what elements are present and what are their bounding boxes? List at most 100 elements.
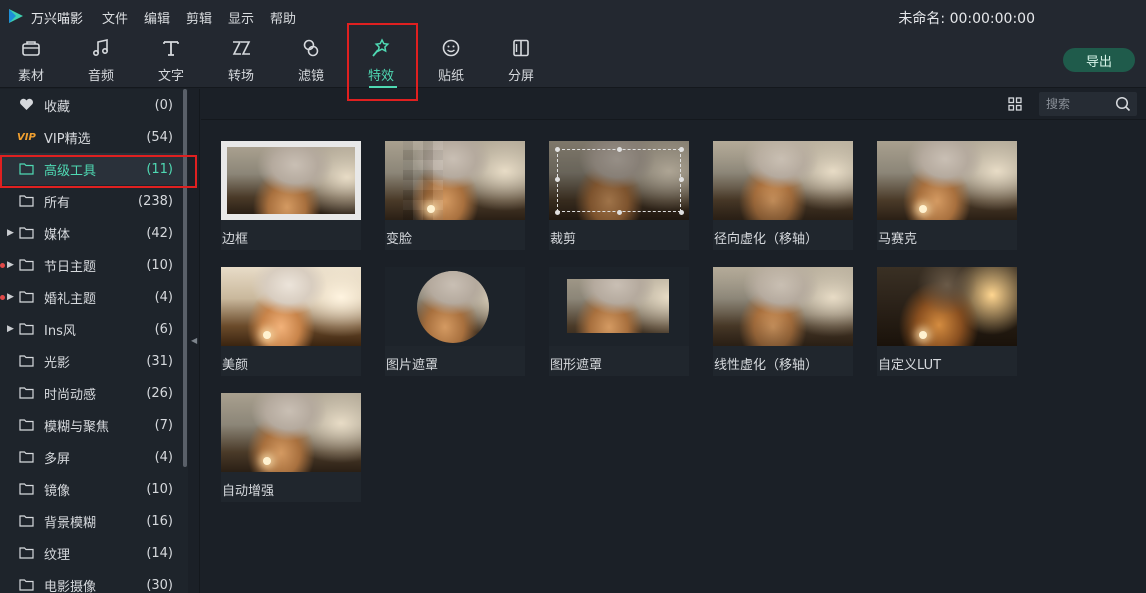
sidebar-item[interactable]: 光影 (31)	[0, 345, 183, 377]
tab-media[interactable]: 素材	[3, 33, 59, 88]
preview-image	[227, 147, 355, 214]
sidebar-item-label: 收藏	[44, 99, 71, 115]
sidebar-item-label: 媒体	[44, 227, 71, 243]
filter-icon	[303, 39, 319, 57]
sidebar-item[interactable]: 纹理 (14)	[0, 537, 183, 569]
sidebar-item-count: (54)	[146, 129, 173, 145]
tab-label: 分屏	[507, 69, 534, 84]
effect-card[interactable]: 马赛克	[877, 141, 1017, 255]
sidebar-item[interactable]: ▶ 节日主题 (10)	[0, 249, 183, 281]
tab-label: 贴纸	[437, 69, 464, 84]
sidebar-item[interactable]: 模糊与聚焦 (7)	[0, 409, 183, 441]
crop-handle	[679, 147, 684, 152]
circle-mask	[417, 271, 489, 343]
sidebar-item[interactable]: 收藏 (0)	[0, 89, 183, 121]
effect-card[interactable]: 裁剪	[549, 141, 689, 255]
crop-frame	[557, 149, 681, 212]
lens-flare	[919, 331, 927, 339]
effect-card[interactable]: 图形遮罩	[549, 267, 689, 381]
sidebar-item-count: (6)	[154, 321, 173, 337]
rectangle-mask	[567, 279, 669, 333]
sidebar-item-label: 模糊与聚焦	[44, 419, 110, 435]
folder-icon	[19, 451, 34, 463]
folder-icon	[19, 291, 34, 303]
sticker-icon	[442, 39, 460, 57]
effect-card[interactable]: 图片遮罩	[385, 267, 525, 381]
menu-help[interactable]: 帮助	[270, 8, 296, 27]
tab-label: 素材	[17, 69, 44, 84]
expand-arrow-icon[interactable]: ▶	[7, 324, 14, 334]
sidebar-item[interactable]: 多屏 (4)	[0, 441, 183, 473]
search-input[interactable]	[1046, 95, 1112, 113]
effect-card[interactable]: 变脸	[385, 141, 525, 255]
folder-icon	[19, 259, 34, 271]
sidebar-item[interactable]: 镜像 (10)	[0, 473, 183, 505]
folder-icon	[19, 227, 34, 239]
sidebar-item-count: (26)	[146, 385, 173, 401]
music-note-icon	[92, 39, 109, 57]
expand-arrow-icon[interactable]: ▶	[7, 228, 14, 238]
blur-overlay	[713, 141, 853, 220]
effect-card[interactable]: 自定义LUT	[877, 267, 1017, 381]
active-tab-underline	[369, 86, 397, 88]
tab-split-screen[interactable]: 分屏	[493, 33, 549, 88]
sidebar-item-count: (4)	[154, 289, 173, 305]
folder-icon	[19, 419, 34, 431]
tab-transition[interactable]: 转场	[213, 33, 269, 88]
effect-card[interactable]: 径向虚化（移轴）	[713, 141, 853, 255]
grid-view-icon[interactable]	[1008, 97, 1022, 111]
preview-image	[417, 271, 489, 343]
sidebar-item-count: (31)	[146, 353, 173, 369]
lens-flare	[263, 457, 271, 465]
menu-view[interactable]: 显示	[228, 8, 254, 27]
sidebar-item[interactable]: 电影摄像 (30)	[0, 569, 183, 593]
tab-sticker[interactable]: 贴纸	[423, 33, 479, 88]
expand-arrow-icon[interactable]: ▶	[7, 292, 14, 302]
app-logo-icon	[9, 9, 23, 23]
menu-clip[interactable]: 剪辑	[186, 8, 212, 27]
sidebar-item[interactable]: 高级工具 (11)	[0, 153, 183, 185]
tab-text[interactable]: 文字	[143, 33, 199, 88]
sidebar-item-label: VIP精选	[44, 131, 91, 147]
effect-label: 线性虚化（移轴）	[713, 346, 853, 376]
menu-file[interactable]: 文件	[102, 8, 128, 27]
crop-handle	[617, 147, 622, 152]
preview-image	[877, 141, 1017, 220]
toolbar: 素材 音频 文字 转场 滤镜 特效 贴纸 分屏	[0, 33, 1146, 88]
menu-edit[interactable]: 编辑	[144, 8, 170, 27]
effect-card[interactable]: 线性虚化（移轴）	[713, 267, 853, 381]
sidebar-item-count: (16)	[146, 513, 173, 529]
sidebar-item[interactable]: 时尚动感 (26)	[0, 377, 183, 409]
sidebar-item[interactable]: ▶ 婚礼主题 (4)	[0, 281, 183, 313]
preview-image	[567, 279, 669, 333]
effect-card[interactable]: 边框	[221, 141, 361, 255]
tab-effects[interactable]: 特效	[353, 33, 409, 88]
sidebar-item[interactable]: 所有 (238)	[0, 185, 183, 217]
tab-label: 文字	[157, 69, 184, 84]
collapse-arrow-icon[interactable]: ◀	[191, 336, 197, 345]
search-icon[interactable]	[1115, 96, 1131, 112]
sidebar-item-label: 时尚动感	[44, 387, 97, 403]
blur-overlay	[713, 267, 853, 346]
preview-image	[221, 393, 361, 472]
effect-label: 裁剪	[549, 220, 689, 250]
effect-thumbnail	[385, 141, 525, 220]
effect-thumbnail	[877, 267, 1017, 346]
sidebar-item[interactable]: ▶ 媒体 (42)	[0, 217, 183, 249]
tab-audio[interactable]: 音频	[73, 33, 129, 88]
sidebar-item[interactable]: ▶ Ins风 (6)	[0, 313, 183, 345]
vip-badge: VIP	[17, 131, 36, 143]
sidebar-item-label: 所有	[44, 195, 71, 211]
expand-arrow-icon[interactable]: ▶	[7, 260, 14, 270]
effect-card[interactable]: 美颜	[221, 267, 361, 381]
sidebar-item-count: (10)	[146, 257, 173, 273]
sidebar-scrollbar[interactable]	[183, 89, 187, 467]
tab-label: 特效	[367, 69, 394, 84]
effect-card[interactable]: 自动增强	[221, 393, 361, 507]
sidebar-item-count: (11)	[146, 161, 173, 177]
sidebar-item[interactable]: VIP VIP精选 (54)	[0, 121, 183, 153]
sidebar-item[interactable]: 背景模糊 (16)	[0, 505, 183, 537]
tab-filter[interactable]: 滤镜	[283, 33, 339, 88]
effect-label: 自动增强	[221, 472, 361, 502]
export-button[interactable]: 导出	[1063, 48, 1135, 72]
